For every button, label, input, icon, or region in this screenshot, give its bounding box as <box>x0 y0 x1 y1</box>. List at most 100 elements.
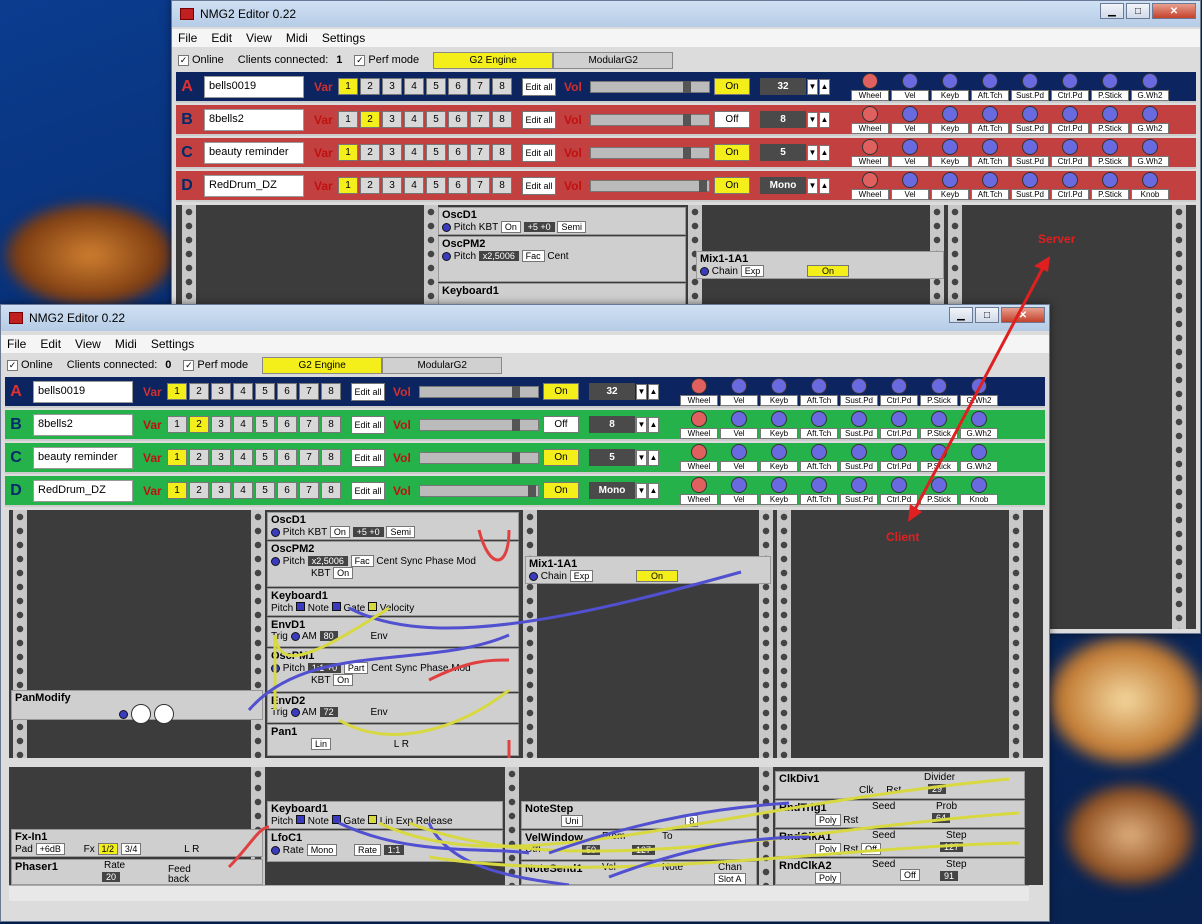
perf-knob-label[interactable]: Wheel <box>680 394 718 406</box>
perf-knob[interactable] <box>1102 72 1118 89</box>
minimize-button[interactable]: ▁ <box>949 307 973 323</box>
poly-button[interactable]: Poly <box>815 814 841 826</box>
rate-display[interactable]: 1:1 <box>383 845 405 855</box>
module-oscd1[interactable]: OscD1 Pitch KBT On +5 +0 Semi <box>438 207 686 235</box>
gate-output-jack[interactable] <box>367 602 377 611</box>
perf-knob-label[interactable]: Keyb <box>931 89 969 101</box>
perf-knob[interactable] <box>891 410 907 427</box>
variation-button-2[interactable]: 2 <box>360 111 380 128</box>
perf-knob[interactable] <box>851 476 867 493</box>
variation-button-3[interactable]: 3 <box>382 111 402 128</box>
perf-knob-label[interactable]: G.Wh2 <box>960 460 998 472</box>
perf-knob[interactable] <box>1142 138 1158 155</box>
note-output-jack[interactable] <box>331 815 341 824</box>
slot-button[interactable]: Slot A <box>714 873 746 885</box>
perf-knob[interactable] <box>731 410 747 427</box>
perf-knob-label[interactable]: P.Stick <box>920 493 958 505</box>
perf-knob-label[interactable]: P.Stick <box>1091 155 1129 167</box>
perf-knob[interactable] <box>982 105 998 122</box>
voices-down-arrow[interactable]: ▼ <box>636 383 647 400</box>
volume-slider[interactable] <box>419 484 539 497</box>
perf-knob[interactable] <box>862 138 878 155</box>
variation-button-6[interactable]: 6 <box>277 482 297 499</box>
module-envd1[interactable]: EnvD1 Trig AM 80 Env <box>267 617 519 647</box>
server-titlebar[interactable]: NMG2 Editor 0.22 ▁ □ ✕ <box>172 1 1200 27</box>
perf-knob-label[interactable]: Sust.Pd <box>1011 122 1049 134</box>
input-jack[interactable] <box>119 709 128 719</box>
perf-knob[interactable] <box>1022 72 1038 89</box>
perf-knob[interactable] <box>691 410 707 427</box>
perf-knob[interactable] <box>771 410 787 427</box>
module-mix1-1a1[interactable]: Mix1-1A1 Chain Exp On <box>696 251 944 279</box>
patch-name-field[interactable]: 8bells2 <box>204 108 304 131</box>
patch-name-field[interactable]: RedDrum_DZ <box>204 174 304 197</box>
mix-on-button[interactable]: On <box>636 570 679 582</box>
variation-button-7[interactable]: 7 <box>299 449 319 466</box>
edit-all-button[interactable]: Edit all <box>351 415 385 434</box>
poly-button[interactable]: Poly <box>815 872 841 884</box>
perf-mode-checkbox[interactable]: ✓ <box>354 54 366 66</box>
perf-knob[interactable] <box>731 377 747 394</box>
variation-button-1[interactable]: 1 <box>338 144 358 161</box>
perf-knob-label[interactable]: Vel <box>720 493 758 505</box>
perf-knob-label[interactable]: Keyb <box>760 394 798 406</box>
perf-knob-label[interactable]: G.Wh2 <box>1131 155 1169 167</box>
mix-on-button[interactable]: On <box>807 265 850 277</box>
perf-knob-label[interactable]: Sust.Pd <box>1011 155 1049 167</box>
perf-knob-label[interactable]: Wheel <box>851 155 889 167</box>
module-pan1[interactable]: Pan1 Lin L R <box>267 724 519 756</box>
edit-all-button[interactable]: Edit all <box>351 448 385 467</box>
perf-mode-checkbox[interactable]: ✓ <box>183 359 195 371</box>
perf-knob[interactable] <box>811 377 827 394</box>
kbt-button[interactable]: On <box>329 526 350 538</box>
voices-up-arrow[interactable]: ▲ <box>648 383 659 400</box>
perf-knob-label[interactable]: Aft.Tch <box>800 460 838 472</box>
perf-knob[interactable] <box>902 138 918 155</box>
variation-button-6[interactable]: 6 <box>277 383 297 400</box>
perf-knob-label[interactable]: Knob <box>960 493 998 505</box>
module-oscpm2[interactable]: OscPM2 Pitch x2,5006 Fac Cent Sync Phase… <box>267 541 519 587</box>
variation-button-1[interactable]: 1 <box>167 449 187 466</box>
variation-button-4[interactable]: 4 <box>404 111 424 128</box>
rate-input-jack[interactable] <box>271 845 280 855</box>
variation-button-5[interactable]: 5 <box>426 78 446 95</box>
decay-display[interactable]: 80 <box>319 631 338 641</box>
perf-knob[interactable] <box>942 171 958 188</box>
slot-enable-button[interactable]: On <box>543 383 579 400</box>
freq-display[interactable]: x2,5006 <box>307 556 348 566</box>
voices-down-arrow[interactable]: ▼ <box>807 144 818 161</box>
perf-knob-label[interactable]: Vel <box>891 122 929 134</box>
edit-all-button[interactable]: Edit all <box>522 176 556 195</box>
variation-button-8[interactable]: 8 <box>321 383 341 400</box>
volume-slider[interactable] <box>590 80 710 93</box>
voices-down-arrow[interactable]: ▼ <box>636 449 647 466</box>
slot-enable-button[interactable]: Off <box>714 111 750 128</box>
perf-knob[interactable] <box>931 410 947 427</box>
perf-knob-label[interactable]: Ctrl.Pd <box>880 460 918 472</box>
variation-button-5[interactable]: 5 <box>426 144 446 161</box>
variation-button-7[interactable]: 7 <box>299 482 319 499</box>
menu-settings[interactable]: Settings <box>151 337 194 351</box>
variation-button-5[interactable]: 5 <box>255 383 275 400</box>
online-checkbox[interactable]: ✓ <box>178 54 189 66</box>
perf-knob[interactable] <box>931 476 947 493</box>
perf-knob-label[interactable]: Wheel <box>680 493 718 505</box>
pitch-input-jack[interactable] <box>271 663 280 673</box>
volume-slider[interactable] <box>590 179 710 192</box>
menu-view[interactable]: View <box>246 31 272 45</box>
slot-letter[interactable]: D <box>176 177 198 195</box>
perf-knob[interactable] <box>982 171 998 188</box>
perf-knob-label[interactable]: P.Stick <box>1091 89 1129 101</box>
slot-letter[interactable]: C <box>176 144 198 162</box>
variation-button-1[interactable]: 1 <box>167 416 187 433</box>
variation-button-1[interactable]: 1 <box>338 111 358 128</box>
chain-input-jack[interactable] <box>700 266 709 276</box>
voices-display[interactable]: 8 <box>760 111 806 128</box>
variation-button-6[interactable]: 6 <box>277 416 297 433</box>
online-checkbox[interactable]: ✓ <box>7 359 18 371</box>
perf-knob-label[interactable]: Vel <box>891 89 929 101</box>
tab-g2-engine[interactable]: G2 Engine <box>262 356 383 374</box>
perf-knob[interactable] <box>891 377 907 394</box>
perf-knob[interactable] <box>931 377 947 394</box>
perf-knob-label[interactable]: Ctrl.Pd <box>880 394 918 406</box>
